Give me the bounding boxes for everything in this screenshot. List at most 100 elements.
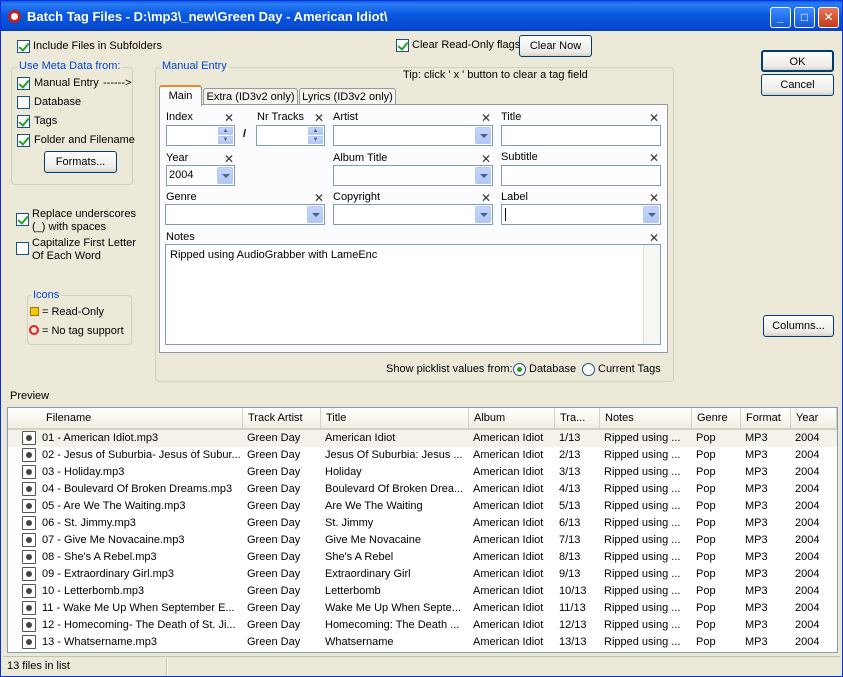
status-text: 13 files in list — [7, 660, 70, 672]
include-subfolders-checkbox[interactable] — [17, 40, 30, 53]
clear-title-icon[interactable]: ✕ — [649, 112, 659, 124]
manual-entry-arrow: ------> — [103, 77, 132, 89]
minimize-button[interactable]: _ — [770, 7, 791, 28]
picklist-database-radio[interactable] — [513, 363, 526, 376]
clear-genre-icon[interactable]: ✕ — [314, 192, 324, 204]
year-dropdown-icon[interactable] — [217, 167, 233, 184]
table-cell: Ripped using ... — [604, 466, 681, 478]
table-row[interactable]: 09 - Extraordinary Girl.mp3 Green Day Extr… — [8, 566, 837, 583]
clear-subtitle-icon[interactable]: ✕ — [649, 152, 659, 164]
album-combo[interactable] — [333, 165, 493, 186]
table-row[interactable]: 08 - She's A Rebel.mp3 Green Day She's A R… — [8, 549, 837, 566]
table-row[interactable]: 04 - Boulevard Of Broken Dreams.mp3 Green… — [8, 481, 837, 498]
clear-year-icon[interactable]: ✕ — [224, 153, 234, 165]
clear-now-button[interactable]: Clear Now — [519, 35, 592, 57]
table-cell: Green Day — [247, 466, 301, 478]
columns-button[interactable]: Columns... — [763, 315, 834, 337]
clear-readonly-checkbox[interactable] — [396, 39, 409, 52]
close-button[interactable]: ✕ — [818, 7, 839, 28]
readonly-legend-label: = Read-Only — [42, 306, 105, 318]
nrtracks-spinner[interactable]: ▲ ▼ — [308, 127, 323, 144]
label-combo[interactable] — [501, 204, 661, 225]
replace-underscores-checkbox[interactable] — [16, 213, 29, 226]
column-header[interactable]: Year — [791, 408, 837, 428]
table-cell: American Idiot — [473, 500, 544, 512]
title-bar[interactable]: Batch Tag Files - D:\mp3\_new\Green Day … — [1, 1, 842, 31]
table-cell: 10 - Letterbomb.mp3 — [42, 585, 145, 597]
preview-table[interactable]: Filename Track Artist Title Album Tra... Note… — [7, 407, 838, 653]
cancel-button[interactable]: Cancel — [761, 74, 834, 96]
include-subfolders-label: Include Files in Subfolders — [33, 40, 163, 52]
clear-index-icon[interactable]: ✕ — [224, 112, 234, 124]
table-row[interactable]: 13 - Whatsername.mp3 Green Day Whatsername… — [8, 634, 837, 651]
column-header[interactable]: Genre — [692, 408, 741, 428]
clear-notes-icon[interactable]: ✕ — [649, 232, 659, 244]
icons-legend-group — [27, 295, 132, 345]
column-header[interactable]: Notes — [600, 408, 692, 428]
table-cell: American Idiot — [473, 636, 544, 648]
copyright-dropdown-icon[interactable] — [475, 206, 491, 223]
tab-lyrics[interactable]: Lyrics (ID3v2 only) — [299, 88, 396, 105]
table-cell: 10/13 — [559, 585, 587, 597]
table-cell: MP3 — [745, 500, 768, 512]
notes-scrollbar[interactable] — [643, 245, 660, 344]
column-header[interactable]: Track Artist — [243, 408, 321, 428]
table-row[interactable]: 11 - Wake Me Up When September E... Green… — [8, 600, 837, 617]
subtitle-field[interactable] — [501, 165, 661, 186]
column-header[interactable]: Format — [741, 408, 791, 428]
table-row[interactable]: 06 - St. Jimmy.mp3 Green Day St. Jimmy Amer… — [8, 515, 837, 532]
tab-main[interactable]: Main — [159, 85, 202, 106]
tab-extra[interactable]: Extra (ID3v2 only) — [203, 88, 298, 105]
index-field[interactable]: ▲ ▼ — [166, 125, 235, 146]
table-row[interactable]: 12 - Homecoming- The Death of St. Ji... G… — [8, 617, 837, 634]
folder-filename-checkbox[interactable] — [17, 134, 30, 147]
formats-button[interactable]: Formats... — [44, 151, 117, 173]
clear-nrtracks-icon[interactable]: ✕ — [314, 112, 324, 124]
column-header[interactable]: Tra... — [555, 408, 600, 428]
notes-textarea[interactable]: Ripped using AudioGrabber with LameEnc — [165, 244, 661, 345]
icons-legend-title: Icons — [31, 289, 62, 301]
lock-icon — [30, 307, 39, 316]
column-header[interactable]: Filename — [8, 408, 243, 428]
copyright-combo[interactable] — [333, 204, 493, 225]
genre-dropdown-icon[interactable] — [307, 206, 323, 223]
ok-button[interactable]: OK — [761, 50, 834, 72]
table-cell: American Idiot — [473, 517, 544, 529]
table-row[interactable]: 02 - Jesus of Suburbia- Jesus of Subur..… — [8, 447, 837, 464]
artist-dropdown-icon[interactable] — [475, 127, 491, 144]
table-row[interactable]: 05 - Are We The Waiting.mp3 Green Day Are … — [8, 498, 837, 515]
index-spinner[interactable]: ▲ ▼ — [218, 127, 233, 144]
maximize-button[interactable]: □ — [794, 7, 815, 28]
column-header[interactable]: Album — [469, 408, 555, 428]
picklist-current-tags-radio[interactable] — [582, 363, 595, 376]
artist-combo[interactable] — [333, 125, 493, 146]
year-label: Year — [166, 152, 189, 164]
table-row[interactable]: 10 - Letterbomb.mp3 Green Day Letterbomb Am… — [8, 583, 837, 600]
clear-copyright-icon[interactable]: ✕ — [481, 192, 491, 204]
table-row[interactable]: 03 - Holiday.mp3 Green Day Holiday American… — [8, 464, 837, 481]
table-cell: Boulevard Of Broken Drea... — [325, 483, 464, 495]
table-cell: 5/13 — [559, 500, 581, 512]
clear-label-icon[interactable]: ✕ — [649, 192, 659, 204]
table-cell: Extraordinary Girl — [325, 568, 411, 580]
column-header[interactable]: Title — [321, 408, 469, 428]
clear-album-icon[interactable]: ✕ — [481, 153, 491, 165]
clear-readonly-label: Clear Read-Only flags — [412, 39, 521, 51]
label-dropdown-icon[interactable] — [643, 206, 659, 223]
album-dropdown-icon[interactable] — [475, 167, 491, 184]
genre-combo[interactable] — [165, 204, 325, 225]
table-cell: Letterbomb — [325, 585, 381, 597]
year-combo[interactable]: 2004 — [166, 165, 235, 186]
capitalize-checkbox[interactable] — [16, 242, 29, 255]
table-cell: Ripped using ... — [604, 585, 681, 597]
title-field[interactable] — [501, 125, 661, 146]
table-row[interactable]: 01 - American Idiot.mp3 Green Day American… — [8, 430, 837, 447]
table-cell: Pop — [696, 517, 716, 529]
clear-artist-icon[interactable]: ✕ — [481, 112, 491, 124]
app-icon — [8, 10, 21, 23]
database-checkbox[interactable] — [17, 96, 30, 109]
manual-entry-checkbox[interactable] — [17, 77, 30, 90]
nrtracks-field[interactable]: ▲ ▼ — [256, 125, 325, 146]
tags-checkbox[interactable] — [17, 115, 30, 128]
table-row[interactable]: 07 - Give Me Novacaine.mp3 Green Day Give … — [8, 532, 837, 549]
